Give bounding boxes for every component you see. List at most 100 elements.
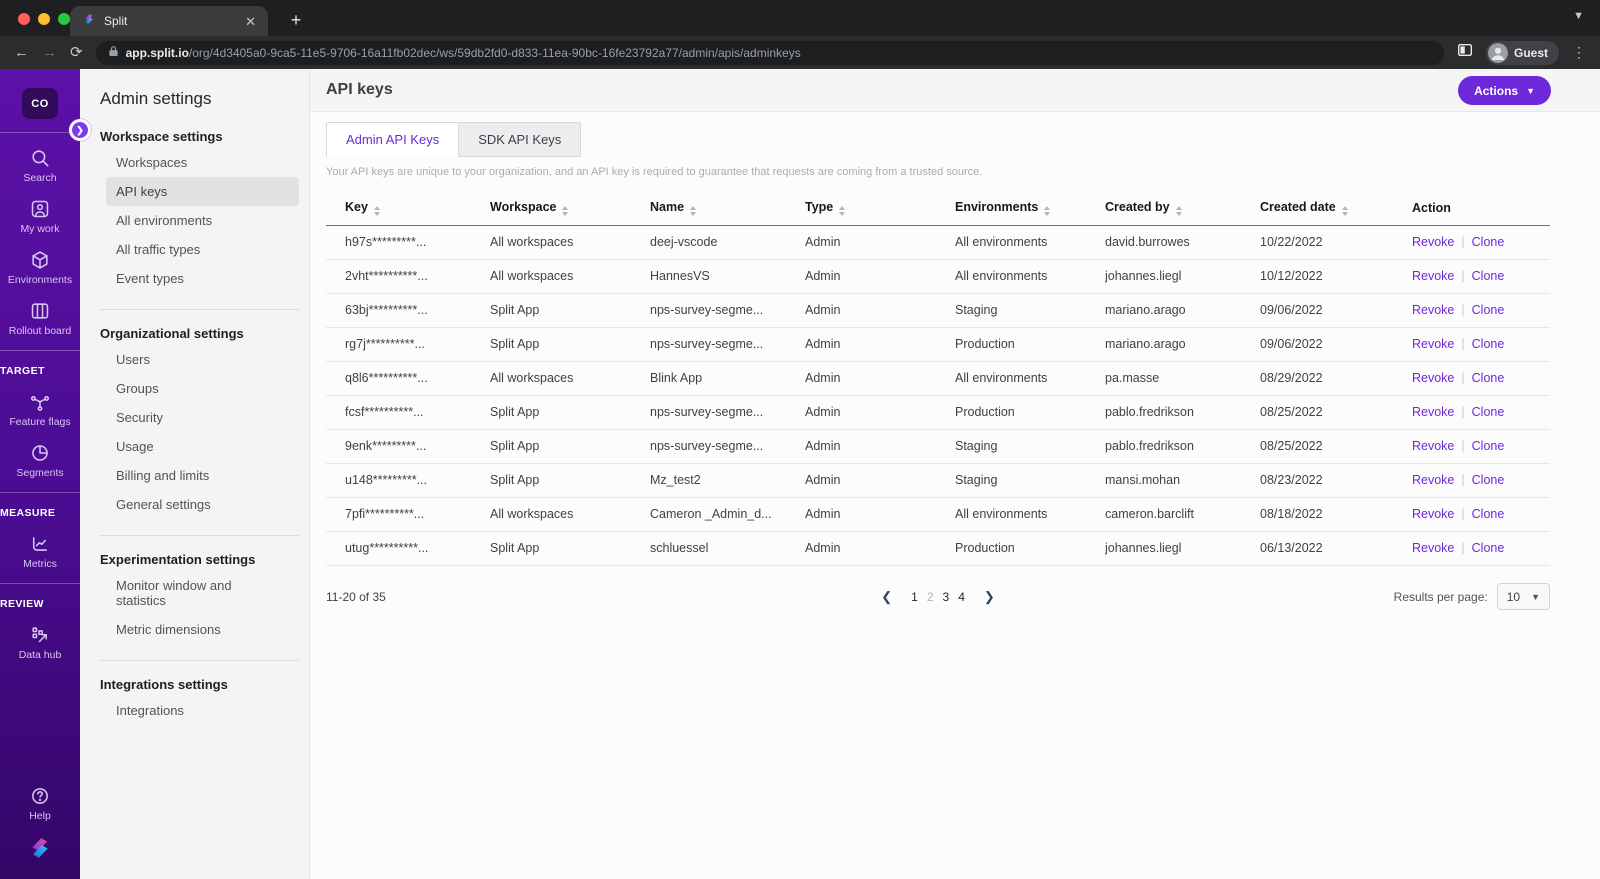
revoke-link[interactable]: Revoke — [1412, 337, 1454, 351]
clone-link[interactable]: Clone — [1472, 439, 1505, 453]
clone-link[interactable]: Clone — [1472, 541, 1505, 555]
settings-nav-item-security[interactable]: Security — [106, 403, 289, 432]
back-icon[interactable]: ← — [14, 45, 29, 60]
sidebar-item-environments[interactable]: Environments — [8, 249, 72, 286]
clone-link[interactable]: Clone — [1472, 269, 1505, 283]
sidebar-item-metrics[interactable]: Metrics — [0, 533, 80, 570]
revoke-link[interactable]: Revoke — [1412, 269, 1454, 283]
workspace-badge[interactable]: CO — [22, 88, 58, 119]
cell-action: Revoke | Clone — [1412, 497, 1550, 532]
sort-icon[interactable] — [1341, 206, 1348, 216]
sidebar-item-rollout-board[interactable]: Rollout board — [8, 300, 72, 337]
tab-search-chevron-icon[interactable]: ▼ — [1573, 10, 1584, 22]
browser-tab[interactable]: Split ✕ — [70, 6, 268, 36]
tab-close-icon[interactable]: ✕ — [245, 15, 256, 28]
clone-link[interactable]: Clone — [1472, 337, 1505, 351]
page-number-3[interactable]: 3 — [943, 590, 950, 604]
action-separator: | — [1461, 439, 1465, 453]
cell-name: Cameron _Admin_d... — [650, 497, 805, 532]
settings-nav-item-all-traffic-types[interactable]: All traffic types — [106, 235, 299, 264]
settings-nav-item-monitor-window-and-statistics[interactable]: Monitor window and statistics — [106, 571, 289, 615]
settings-nav-item-metric-dimensions[interactable]: Metric dimensions — [106, 615, 289, 644]
clone-link[interactable]: Clone — [1472, 405, 1505, 419]
browser-toolbar: ← → ⟳ app.split.io/org/4d3405a0-9ca5-11e… — [0, 36, 1600, 69]
settings-nav-item-users[interactable]: Users — [106, 345, 289, 374]
settings-nav-item-usage[interactable]: Usage — [106, 432, 289, 461]
revoke-link[interactable]: Revoke — [1412, 405, 1454, 419]
forward-icon[interactable]: → — [42, 45, 57, 60]
side-panel-icon[interactable] — [1457, 42, 1473, 63]
sidebar-item-feature-flags[interactable]: Feature flags — [0, 391, 80, 428]
cell-action: Revoke | Clone — [1412, 259, 1550, 294]
page-title: API keys — [326, 81, 393, 98]
column-header-workspace[interactable]: Workspace — [490, 189, 650, 226]
sort-icon[interactable] — [373, 206, 380, 216]
url-bar[interactable]: app.split.io/org/4d3405a0-9ca5-11e5-9706… — [95, 40, 1444, 65]
revoke-link[interactable]: Revoke — [1412, 507, 1454, 521]
settings-nav-item-groups[interactable]: Groups — [106, 374, 289, 403]
column-label: Type — [805, 200, 834, 214]
results-per-page-select[interactable]: 10 ▼ — [1496, 583, 1550, 610]
tab-sdk-api-keys[interactable]: SDK API Keys — [459, 122, 582, 157]
column-header-name[interactable]: Name — [650, 189, 805, 226]
revoke-link[interactable]: Revoke — [1412, 235, 1454, 249]
clone-link[interactable]: Clone — [1472, 303, 1505, 317]
settings-nav-item-billing-and-limits[interactable]: Billing and limits — [106, 461, 289, 490]
revoke-link[interactable]: Revoke — [1412, 473, 1454, 487]
settings-nav-item-general-settings[interactable]: General settings — [106, 490, 289, 519]
tab-admin-api-keys[interactable]: Admin API Keys — [326, 122, 460, 157]
revoke-link[interactable]: Revoke — [1412, 371, 1454, 385]
clone-link[interactable]: Clone — [1472, 507, 1505, 521]
sidebar-item-label: Search — [23, 172, 57, 184]
cell-environments: All environments — [955, 361, 1105, 396]
page-number-2[interactable]: 2 — [927, 590, 934, 604]
page-number-4[interactable]: 4 — [958, 590, 965, 604]
sidebar-item-search[interactable]: Search — [8, 147, 72, 184]
clone-link[interactable]: Clone — [1472, 235, 1505, 249]
page-number-1[interactable]: 1 — [911, 590, 918, 604]
revoke-link[interactable]: Revoke — [1412, 303, 1454, 317]
sort-icon[interactable] — [690, 206, 697, 216]
revoke-link[interactable]: Revoke — [1412, 439, 1454, 453]
cell-action: Revoke | Clone — [1412, 463, 1550, 498]
revoke-link[interactable]: Revoke — [1412, 541, 1454, 555]
next-page-icon[interactable]: ❯ — [984, 589, 995, 605]
cell-type: Admin — [805, 463, 955, 498]
sidebar-expand-button[interactable]: ❯ — [69, 119, 91, 141]
previous-page-icon[interactable]: ❮ — [881, 589, 892, 605]
column-header-type[interactable]: Type — [805, 189, 955, 226]
settings-nav-item-workspaces[interactable]: Workspaces — [106, 148, 299, 177]
profile-chip[interactable]: Guest — [1485, 40, 1559, 65]
settings-nav-item-integrations[interactable]: Integrations — [106, 696, 289, 725]
sort-icon[interactable] — [1044, 206, 1051, 216]
sidebar-item-segments[interactable]: Segments — [0, 442, 80, 479]
column-header-key[interactable]: Key — [326, 189, 490, 226]
cell-environments: Staging — [955, 293, 1105, 328]
clone-link[interactable]: Clone — [1472, 473, 1505, 487]
sidebar-item-help[interactable]: Help — [29, 785, 51, 822]
column-header-created-date[interactable]: Created date — [1260, 189, 1412, 226]
sort-icon[interactable] — [839, 206, 846, 216]
browser-menu-icon[interactable]: ⋮ — [1572, 44, 1586, 61]
column-header-created-by[interactable]: Created by — [1105, 189, 1260, 226]
sort-icon[interactable] — [1175, 206, 1182, 216]
cell-created-date: 08/23/2022 — [1260, 463, 1412, 498]
settings-nav-item-api-keys[interactable]: API keys — [106, 177, 299, 206]
settings-nav-item-event-types[interactable]: Event types — [106, 264, 299, 293]
actions-button[interactable]: Actions ▼ — [1458, 76, 1551, 105]
settings-nav-item-all-environments[interactable]: All environments — [106, 206, 299, 235]
actions-button-label: Actions — [1474, 83, 1519, 98]
table-row: rg7j**********... Split App nps-survey-seg… — [326, 327, 1550, 362]
reload-icon[interactable]: ⟳ — [70, 45, 83, 60]
column-header-environments[interactable]: Environments — [955, 189, 1105, 226]
new-tab-button[interactable]: + — [284, 8, 308, 32]
sort-icon[interactable] — [562, 206, 569, 216]
zoom-window-button[interactable] — [58, 13, 70, 25]
split-logo — [26, 834, 54, 867]
sidebar-item-data-hub[interactable]: Data hub — [0, 624, 80, 661]
close-window-button[interactable] — [18, 13, 30, 25]
column-label: Name — [650, 200, 685, 214]
minimize-window-button[interactable] — [38, 13, 50, 25]
clone-link[interactable]: Clone — [1472, 371, 1505, 385]
sidebar-item-my-work[interactable]: My work — [8, 198, 72, 235]
